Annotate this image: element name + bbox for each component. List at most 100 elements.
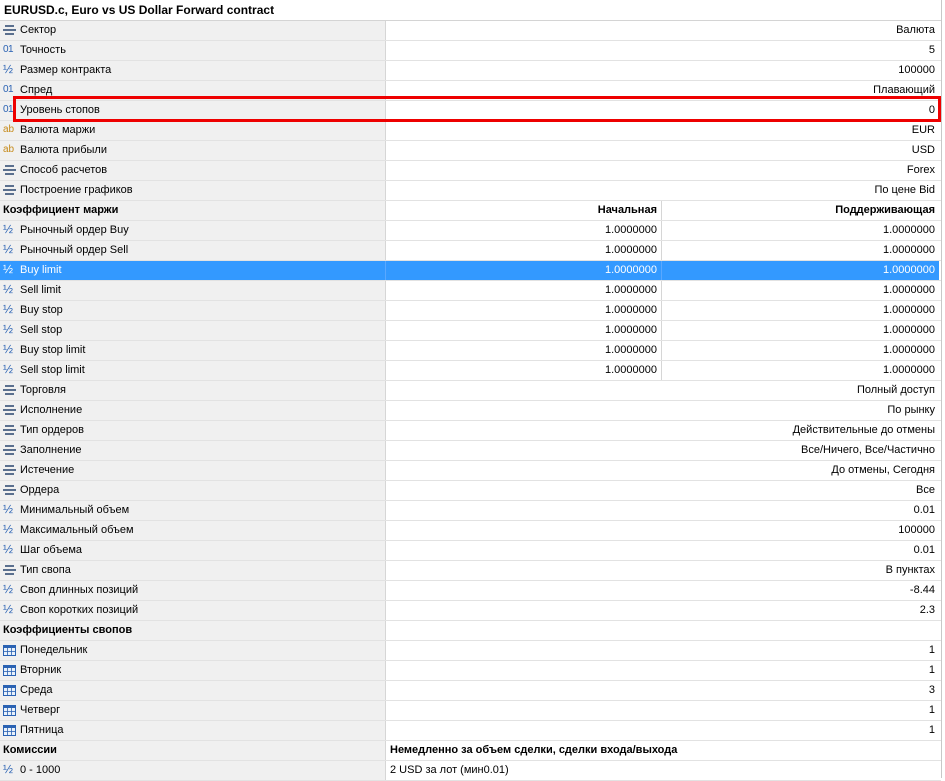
fraction-icon: ½ [3, 242, 14, 256]
trading-value: -8.44 [909, 584, 935, 596]
trading-row[interactable]: Торговля Полный доступ [0, 381, 941, 401]
swap-day-label-cell: Пятница [0, 721, 386, 740]
spec-row[interactable]: ab Валюта прибыли USD [0, 141, 941, 161]
trading-value: 100000 [898, 524, 935, 536]
spec-value: Плавающий [873, 84, 935, 96]
fraction-icon: ½ [3, 342, 14, 356]
swap-day-row[interactable]: Вторник 1 [0, 661, 941, 681]
swap-header-value [386, 621, 939, 640]
margin-initial-value: 1.0000000 [386, 221, 662, 240]
fraction-icon: ½ [3, 262, 14, 276]
spec-label-cell: 01 Спред [0, 81, 386, 100]
trading-row[interactable]: Исполнение По рынку [0, 401, 941, 421]
margin-label-cell: ½ Sell stop limit [0, 361, 386, 380]
text-icon: ab [3, 124, 15, 135]
commission-label-cell: ½ 0 - 1000 [0, 761, 386, 780]
swap-day-row[interactable]: Среда 3 [0, 681, 941, 701]
commission-header-value: Немедленно за объем сделки, сделки входа… [386, 741, 939, 760]
swap-day-row[interactable]: Понедельник 1 [0, 641, 941, 661]
spec-value: 0 [928, 104, 935, 116]
fraction-icon: ½ [3, 62, 14, 76]
trading-value: По рынку [887, 404, 935, 416]
margin-label: Рыночный ордер Sell [20, 244, 129, 256]
number-icon: 01 [3, 44, 14, 55]
swap-day-label: Понедельник [20, 644, 88, 656]
swap-day-row[interactable]: Пятница 1 [0, 721, 941, 741]
spec-row[interactable]: 01 Спред Плавающий [0, 81, 941, 101]
margin-initial-value: 1.0000000 [386, 301, 662, 320]
list-icon [3, 424, 17, 436]
trading-label-cell: Исполнение [0, 401, 386, 420]
spec-value: USD [911, 144, 935, 156]
list-icon [3, 404, 17, 416]
commission-header-row: Комиссии Немедленно за объем сделки, сдел… [0, 741, 941, 761]
spec-row[interactable]: Сектор Валюта [0, 21, 941, 41]
trading-row[interactable]: ½ Максимальный объем 100000 [0, 521, 941, 541]
trading-label: Истечение [20, 464, 75, 476]
trading-label-cell: ½ Своп коротких позиций [0, 601, 386, 620]
trading-value: До отмены, Сегодня [831, 464, 935, 476]
list-icon [3, 464, 17, 476]
trading-row[interactable]: Заполнение Все/Ничего, Все/Частично [0, 441, 941, 461]
margin-row[interactable]: ½ Sell limit 1.0000000 1.0000000 [0, 281, 941, 301]
text-icon: ab [3, 144, 15, 155]
swap-day-label-cell: Понедельник [0, 641, 386, 660]
trading-label-cell: Истечение [0, 461, 386, 480]
list-icon [3, 24, 17, 36]
spec-value: По цене Bid [874, 184, 935, 196]
margin-row[interactable]: ½ Buy stop 1.0000000 1.0000000 [0, 301, 941, 321]
margin-row[interactable]: ½ Рыночный ордер Buy 1.0000000 1.0000000 [0, 221, 941, 241]
spec-label-cell: Сектор [0, 21, 386, 40]
spec-row[interactable]: ½ Размер контракта 100000 [0, 61, 941, 81]
fraction-icon: ½ [3, 522, 14, 536]
margin-row[interactable]: ½ Buy limit 1.0000000 1.0000000 [0, 261, 941, 281]
trading-row[interactable]: ½ Минимальный объем 0.01 [0, 501, 941, 521]
trading-label-cell: ½ Максимальный объем [0, 521, 386, 540]
spec-value: EUR [911, 124, 935, 136]
margin-row[interactable]: ½ Buy stop limit 1.0000000 1.0000000 [0, 341, 941, 361]
symbol-specification-window: EURUSD.c, Euro vs US Dollar Forward cont… [0, 0, 942, 781]
swap-day-value: 3 [928, 684, 935, 696]
spec-label: Уровень стопов [20, 104, 100, 116]
swap-day-value: 1 [928, 664, 935, 676]
number-icon: 01 [3, 84, 14, 95]
margin-row[interactable]: ½ Sell stop 1.0000000 1.0000000 [0, 321, 941, 341]
trading-row[interactable]: ½ Своп коротких позиций 2.3 [0, 601, 941, 621]
spec-value: Forex [906, 164, 935, 176]
spec-row[interactable]: Способ расчетов Forex [0, 161, 941, 181]
trading-row[interactable]: Тип ордеров Действительные до отмены [0, 421, 941, 441]
swap-day-label: Пятница [20, 724, 64, 736]
trading-row[interactable]: ½ Шаг объема 0.01 [0, 541, 941, 561]
spec-row[interactable]: ab Валюта маржи EUR [0, 121, 941, 141]
margin-row[interactable]: ½ Рыночный ордер Sell 1.0000000 1.0000000 [0, 241, 941, 261]
spec-row[interactable]: Построение графиков По цене Bid [0, 181, 941, 201]
spec-row[interactable]: 01 Уровень стопов 0 [0, 101, 941, 121]
margin-maintenance-value: 1.0000000 [883, 224, 935, 236]
spec-label: Размер контракта [20, 64, 112, 76]
swap-day-value: 1 [928, 704, 935, 716]
margin-maintenance-value: 1.0000000 [883, 244, 935, 256]
trading-value: 2.3 [919, 604, 935, 616]
spec-label: Сектор [20, 24, 57, 36]
trading-value: Полный доступ [856, 384, 935, 396]
margin-initial-value: 1.0000000 [386, 341, 662, 360]
margin-row[interactable]: ½ Sell stop limit 1.0000000 1.0000000 [0, 361, 941, 381]
spec-row[interactable]: 01 Точность 5 [0, 41, 941, 61]
initial-column-header: Начальная [386, 201, 662, 220]
spec-value: Валюта [896, 24, 935, 36]
calendar-icon [3, 704, 17, 716]
spec-label: Точность [20, 44, 66, 56]
spec-value: 100000 [898, 64, 935, 76]
trading-value: Все/Ничего, Все/Частично [800, 444, 935, 456]
fraction-icon: ½ [3, 362, 14, 376]
commission-row[interactable]: ½ 0 - 1000 2 USD за лот (мин0.01) [0, 761, 941, 781]
margin-label: Buy limit [20, 264, 62, 276]
trading-label: Торговля [20, 384, 66, 396]
trading-row[interactable]: Тип свопа В пунктах [0, 561, 941, 581]
trading-row[interactable]: Истечение До отмены, Сегодня [0, 461, 941, 481]
trading-row[interactable]: Ордера Все [0, 481, 941, 501]
trading-row[interactable]: ½ Своп длинных позиций -8.44 [0, 581, 941, 601]
swap-day-row[interactable]: Четверг 1 [0, 701, 941, 721]
trading-label: Максимальный объем [20, 524, 134, 536]
margin-initial-value: 1.0000000 [386, 261, 662, 280]
